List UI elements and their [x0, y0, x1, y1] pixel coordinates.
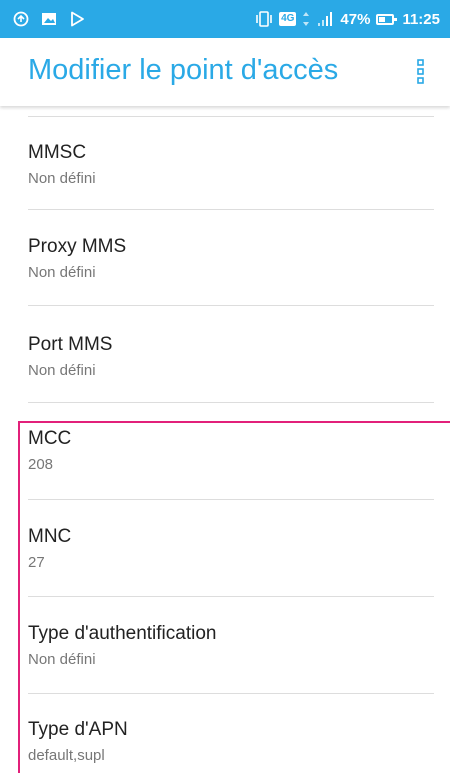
- page-title: Modifier le point d'accès: [28, 54, 339, 86]
- signal-icon: [316, 10, 334, 28]
- setting-auth-type[interactable]: Type d'authentification Non défini: [0, 598, 450, 694]
- setting-title: Proxy MMS: [28, 236, 127, 257]
- vibrate-icon: [255, 10, 273, 28]
- clock: 11:25: [402, 10, 440, 28]
- divider: [28, 693, 434, 694]
- setting-proxy-mms[interactable]: Proxy MMS Non défini: [0, 210, 450, 306]
- setting-mcc[interactable]: MCC 208: [0, 404, 450, 500]
- play-store-icon: [68, 10, 86, 28]
- battery-percent: 47%: [340, 10, 371, 28]
- battery-icon: [376, 13, 398, 25]
- setting-summary: Non défini: [28, 651, 96, 668]
- status-left: [12, 10, 86, 28]
- setting-title: MCC: [28, 428, 72, 449]
- setting-title: MNC: [28, 526, 72, 547]
- setting-apn-type[interactable]: Type d'APN default,supl: [0, 695, 450, 773]
- setting-port-mms[interactable]: Port MMS Non défini: [0, 307, 450, 403]
- setting-summary: 27: [28, 554, 45, 571]
- divider: [28, 596, 434, 597]
- status-bar: 4G 47% 11:25: [0, 0, 450, 38]
- network-4g-icon: 4G: [279, 12, 297, 26]
- setting-summary: Non défini: [28, 170, 96, 187]
- setting-title: Port MMS: [28, 334, 113, 355]
- setting-title: MMSC: [28, 142, 87, 163]
- sync-icon: [12, 10, 30, 28]
- data-arrows-icon: [302, 10, 310, 28]
- divider: [28, 305, 434, 306]
- setting-title: Type d'APN: [28, 719, 128, 740]
- divider: [28, 402, 434, 403]
- overflow-menu-icon[interactable]: [406, 52, 436, 92]
- setting-mnc[interactable]: MNC 27: [0, 501, 450, 597]
- setting-summary: Non défini: [28, 362, 96, 379]
- setting-summary: default,supl: [28, 747, 105, 764]
- setting-title: Type d'authentification: [28, 623, 217, 644]
- status-right: 4G 47% 11:25: [255, 10, 440, 28]
- divider: [28, 499, 434, 500]
- setting-summary: 208: [28, 456, 54, 473]
- toolbar: Modifier le point d'accès: [0, 38, 450, 106]
- screen: 4G 47% 11:25 Modifier le point d'accès M…: [0, 0, 450, 773]
- setting-summary: Non défini: [28, 264, 96, 281]
- battery-fill: [379, 16, 386, 22]
- setting-mmsc[interactable]: MMSC Non défini: [0, 117, 450, 213]
- image-icon: [40, 10, 58, 28]
